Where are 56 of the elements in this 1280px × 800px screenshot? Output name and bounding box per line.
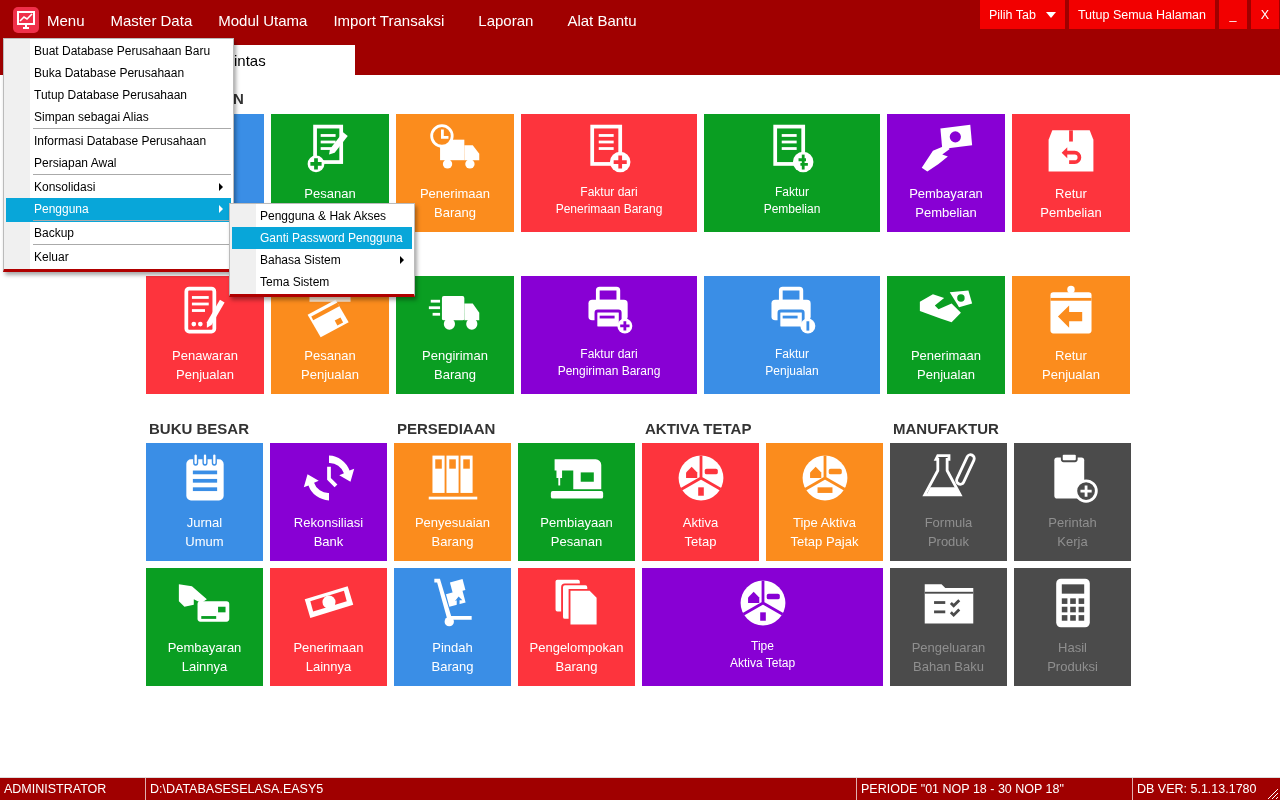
window-button[interactable]: X xyxy=(1251,0,1279,29)
module-tile[interactable]: Retur Pembelian xyxy=(1012,114,1130,232)
module-tile[interactable]: Pengelompokan Barang xyxy=(518,568,635,686)
submenu-arrow-icon xyxy=(219,183,223,191)
submenu-arrow-icon xyxy=(400,256,404,264)
menu-option[interactable]: Buka Database Perusahaan xyxy=(6,62,231,84)
caret-icon xyxy=(1045,11,1056,18)
resize-grip-icon[interactable] xyxy=(1267,788,1279,800)
module-tile[interactable]: Tipe Aktiva Tetap xyxy=(642,568,883,686)
module-tile[interactable]: Rekonsiliasi Bank xyxy=(270,443,387,561)
menu-option[interactable]: Keluar xyxy=(6,246,231,268)
module-tile[interactable]: Tipe Aktiva Tetap Pajak xyxy=(766,443,883,561)
module-tile[interactable]: Retur Penjualan xyxy=(1012,276,1130,394)
menu-option[interactable]: Buat Database Perusahaan Baru xyxy=(6,40,231,62)
section-heading: BUKU BESAR xyxy=(148,420,249,438)
module-tile[interactable]: Pindah Barang xyxy=(394,568,511,686)
module-tile[interactable]: Pembayaran Pembelian xyxy=(887,114,1005,232)
menu-option[interactable]: Informasi Database Perusahaan xyxy=(6,130,231,152)
module-tile[interactable]: Faktur Pembelian xyxy=(704,114,880,232)
module-tile[interactable]: Faktur Penjualan xyxy=(704,276,880,394)
module-tile[interactable]: Jurnal Umum xyxy=(146,443,263,561)
submenu-arrow-icon xyxy=(219,205,223,213)
module-tile[interactable]: Penerimaan Penjualan xyxy=(887,276,1005,394)
menu-bar-item[interactable]: Import Transaksi xyxy=(333,11,445,29)
status-text: DB VER: 5.1.13.1780 xyxy=(1136,781,1258,798)
module-tile[interactable]: Penerimaan Barang xyxy=(396,114,514,232)
module-tile[interactable]: Pembayaran Lainnya xyxy=(146,568,263,686)
menu-bar-item[interactable]: Modul Utama xyxy=(218,11,308,29)
menu-option[interactable]: Pengguna xyxy=(6,198,231,222)
module-tile[interactable]: Pengiriman Barang xyxy=(396,276,514,394)
status-text: PERIODE "01 NOP 18 - 30 NOP 18" xyxy=(857,778,1133,800)
module-tile[interactable]: Aktiva Tetap xyxy=(642,443,759,561)
section-heading: MANUFAKTUR xyxy=(892,420,999,438)
menu-bar-item[interactable]: Menu xyxy=(47,11,85,29)
menu-bar-item[interactable]: Alat Bantu xyxy=(567,11,637,29)
window-button[interactable]: Pilih Tab xyxy=(979,0,1065,29)
window-button[interactable]: _ xyxy=(1219,0,1247,29)
chart-monitor-icon[interactable] xyxy=(13,7,39,33)
module-tile[interactable]: Pembiayaan Pesanan xyxy=(518,443,635,561)
menu-bar-item[interactable]: Master Data xyxy=(110,11,193,29)
menu-option[interactable]: Ganti Password Pengguna xyxy=(232,227,412,249)
menu-option[interactable]: Konsolidasi xyxy=(6,176,231,198)
page-tab[interactable]: intas xyxy=(234,45,355,75)
window-button[interactable]: Tutup Semua Halaman xyxy=(1068,0,1215,29)
section-heading: PERSEDIAAN xyxy=(396,420,496,438)
module-tile[interactable]: Faktur dari Penerimaan Barang xyxy=(521,114,697,232)
module-tile[interactable]: Penerimaan Lainnya xyxy=(270,568,387,686)
menu-option[interactable]: Bahasa Sistem xyxy=(232,249,412,271)
section-heading: AKTIVA TETAP xyxy=(644,420,752,438)
menu-bar-item[interactable]: Laporan xyxy=(478,11,534,29)
section-heading: N xyxy=(233,89,244,109)
status-text: D:\DATABASESELASA.EASY5 xyxy=(146,778,857,800)
module-tile[interactable]: Penyesuaian Barang xyxy=(394,443,511,561)
module-tile[interactable]: Faktur dari Pengiriman Barang xyxy=(521,276,697,394)
status-text: ADMINISTRATOR xyxy=(0,778,146,800)
menu-option[interactable]: Tutup Database Perusahaan xyxy=(6,84,231,106)
